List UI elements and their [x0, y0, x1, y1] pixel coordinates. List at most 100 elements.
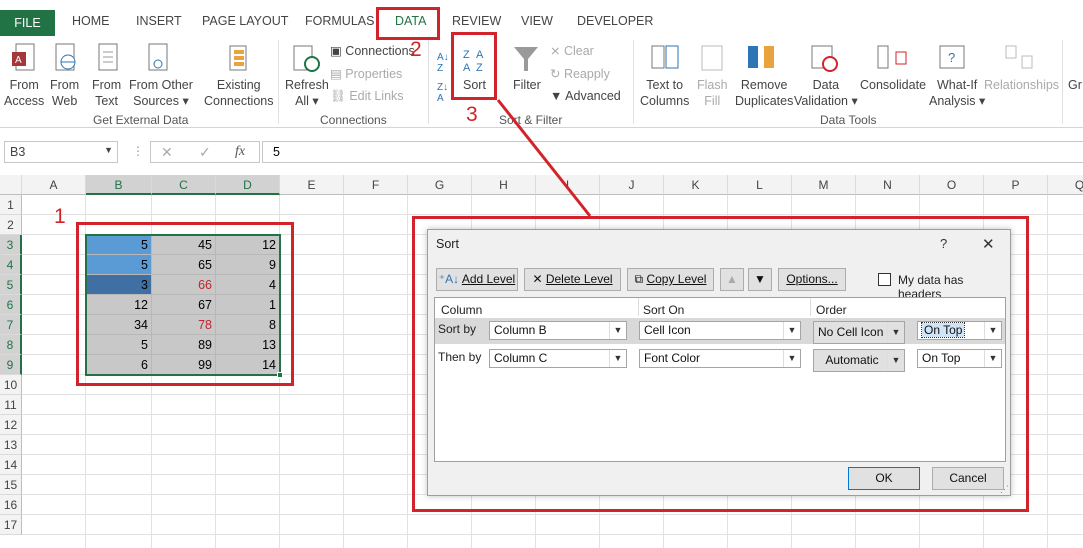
annotation-box-sort: [451, 32, 497, 100]
formula-input[interactable]: 5: [262, 141, 1083, 163]
column-header-c[interactable]: C: [152, 175, 216, 195]
column-header-n[interactable]: N: [856, 175, 920, 195]
row-header-13[interactable]: 13: [0, 435, 22, 455]
enter-icon[interactable]: ✓: [199, 144, 211, 161]
ribbon-separator: [633, 40, 634, 124]
then-by-position-value: On Top: [922, 351, 961, 365]
column-header-q[interactable]: Q: [1048, 175, 1083, 195]
filter-button[interactable]: Filter: [513, 77, 541, 93]
tab-developer[interactable]: DEVELOPER: [577, 14, 653, 28]
row-header-10[interactable]: 10: [0, 375, 22, 395]
row-header-3[interactable]: 3: [0, 235, 22, 255]
column-header-l[interactable]: L: [728, 175, 792, 195]
relationships-icon: [1005, 45, 1033, 69]
existing-connections-button[interactable]: Existing Connections: [204, 77, 274, 109]
column-header-m[interactable]: M: [792, 175, 856, 195]
delete-level-button[interactable]: ✕ Delete Level: [524, 268, 621, 291]
cancel-icon[interactable]: ✕: [161, 144, 173, 161]
properties-button[interactable]: ▤ Properties: [330, 66, 402, 81]
gridline: [22, 514, 1083, 515]
connections-button[interactable]: ▣ Connections: [330, 43, 415, 58]
tab-page-layout[interactable]: PAGE LAYOUT: [202, 14, 288, 28]
remove-duplicates-button[interactable]: Remove Duplicates: [735, 77, 793, 109]
headers-checkbox[interactable]: [878, 273, 891, 286]
add-level-button[interactable]: ⁺A↓ Add Level: [436, 268, 518, 291]
column-header-b[interactable]: B: [86, 175, 152, 195]
then-by-color-select[interactable]: Automatic ▼: [813, 349, 905, 372]
column-header-f[interactable]: F: [344, 175, 408, 195]
cancel-button[interactable]: Cancel: [932, 467, 1004, 490]
tab-formulas[interactable]: FORMULAS: [305, 14, 374, 28]
edit-links-button[interactable]: ⛓ Edit Links: [330, 89, 404, 104]
formula-buttons: ✕ ✓ fx: [150, 141, 260, 163]
sort-z-a-icon[interactable]: Z↓ A: [437, 82, 448, 104]
row-header-7[interactable]: 7: [0, 315, 22, 335]
select-all-corner[interactable]: [0, 175, 22, 195]
then-by-sort-on-select[interactable]: Font Color ▼: [639, 349, 801, 368]
group-button-partial[interactable]: Gr: [1068, 77, 1082, 93]
column-header-k[interactable]: K: [664, 175, 728, 195]
tab-review[interactable]: REVIEW: [452, 14, 501, 28]
refresh-all-button[interactable]: Refresh All ▾: [285, 77, 329, 109]
ok-button[interactable]: OK: [848, 467, 920, 490]
tab-insert[interactable]: INSERT: [136, 14, 182, 28]
move-up-button[interactable]: ▲: [720, 268, 744, 291]
row-header-14[interactable]: 14: [0, 455, 22, 475]
row-header-1[interactable]: 1: [0, 195, 22, 215]
consolidate-icon: [877, 45, 907, 69]
reapply-button[interactable]: ↻ Reapply: [550, 66, 610, 81]
sort-by-position-select[interactable]: On Top ▼: [917, 321, 1002, 340]
column-header-p[interactable]: P: [984, 175, 1048, 195]
column-header-g[interactable]: G: [408, 175, 472, 195]
options-button[interactable]: Options...: [778, 268, 846, 291]
from-other-sources-button[interactable]: From Other Sources ▾: [129, 77, 193, 109]
row-header-5[interactable]: 5: [0, 275, 22, 295]
what-if-analysis-button[interactable]: What-If Analysis ▾: [929, 77, 985, 109]
row-header-17[interactable]: 17: [0, 515, 22, 535]
sort-a-z-icon[interactable]: A↓ Z: [437, 52, 449, 74]
column-header-e[interactable]: E: [280, 175, 344, 195]
row-header-4[interactable]: 4: [0, 255, 22, 275]
relationships-button[interactable]: Relationships: [984, 77, 1059, 93]
properties-label: Properties: [345, 67, 403, 81]
flash-fill-button[interactable]: Flash Fill: [697, 77, 728, 109]
clear-button[interactable]: ⨯ Clear: [550, 43, 594, 58]
tab-file[interactable]: FILE: [0, 10, 55, 36]
add-level-label: Add Level: [461, 272, 516, 286]
copy-level-button[interactable]: ⧉ Copy Level: [627, 268, 714, 291]
tab-home[interactable]: HOME: [72, 14, 110, 28]
help-icon[interactable]: ?: [940, 236, 947, 251]
row-header-16[interactable]: 16: [0, 495, 22, 515]
row-header-12[interactable]: 12: [0, 415, 22, 435]
close-icon[interactable]: ✕: [982, 235, 995, 253]
column-header-o[interactable]: O: [920, 175, 984, 195]
move-down-button[interactable]: ▼: [748, 268, 772, 291]
name-box[interactable]: B3 ▼: [4, 141, 118, 163]
column-header-d[interactable]: D: [216, 175, 280, 195]
then-by-column-select[interactable]: Column C ▼: [489, 349, 627, 368]
column-header-a[interactable]: A: [22, 175, 86, 195]
tab-view[interactable]: VIEW: [521, 14, 553, 28]
row-header-15[interactable]: 15: [0, 475, 22, 495]
consolidate-button[interactable]: Consolidate: [860, 77, 926, 93]
sort-by-sort-on-select[interactable]: Cell Icon ▼: [639, 321, 801, 340]
column-header-j[interactable]: J: [600, 175, 664, 195]
from-access-button[interactable]: From Access: [4, 77, 44, 109]
annotation-connector-line: [496, 99, 592, 217]
row-header-6[interactable]: 6: [0, 295, 22, 315]
from-text-button[interactable]: From Text: [92, 77, 121, 109]
sort-by-column-select[interactable]: Column B ▼: [489, 321, 627, 340]
resize-grip-icon[interactable]: ⋰: [1000, 484, 1009, 495]
row-header-11[interactable]: 11: [0, 395, 22, 415]
then-by-position-select[interactable]: On Top ▼: [917, 349, 1002, 368]
row-header-2[interactable]: 2: [0, 215, 22, 235]
row-header-8[interactable]: 8: [0, 335, 22, 355]
row-header-9[interactable]: 9: [0, 355, 22, 375]
sort-by-icon-select[interactable]: No Cell Icon ▼: [813, 321, 905, 344]
data-validation-button[interactable]: Data Validation ▾: [794, 77, 858, 109]
function-icon[interactable]: fx: [235, 144, 245, 160]
chevron-down-icon: ▼: [783, 350, 800, 367]
from-web-button[interactable]: From Web: [50, 77, 79, 109]
text-to-columns-button[interactable]: Text to Columns: [640, 77, 689, 109]
chevron-down-icon[interactable]: ▼: [104, 145, 113, 155]
